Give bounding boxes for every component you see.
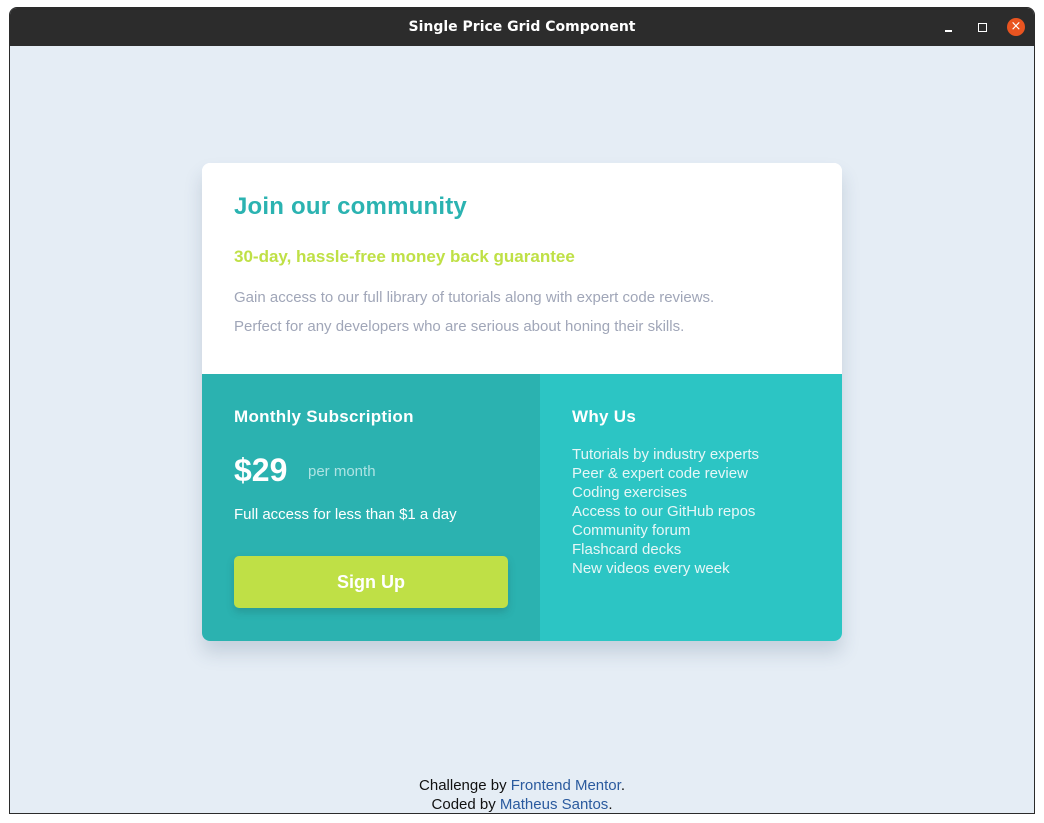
minimize-icon[interactable] — [940, 18, 958, 36]
author-link[interactable]: Matheus Santos — [500, 796, 608, 813]
coded-prefix: Coded by — [431, 796, 500, 813]
why-us-item: Tutorials by industry experts — [572, 446, 760, 463]
page-content: Join our community 30-day, hassle-free m… — [10, 46, 1034, 813]
why-us-item: Peer & expert code review — [572, 465, 748, 482]
maximize-icon[interactable] — [973, 18, 991, 36]
price-block: $29 per month — [234, 452, 376, 489]
community-heading: Join our community — [234, 193, 467, 220]
why-us-item: Coding exercises — [572, 484, 688, 501]
frontend-mentor-link[interactable]: Frontend Mentor — [511, 777, 621, 794]
why-us-section: Why Us Tutorials by industry experts Pee… — [540, 374, 842, 641]
community-section: Join our community 30-day, hassle-free m… — [202, 163, 842, 374]
app-window: Single Price Grid Component × Join our c… — [9, 7, 1035, 814]
title-bar: Single Price Grid Component × — [10, 8, 1034, 46]
price-period: per month — [308, 463, 376, 480]
sign-up-button[interactable]: Sign Up — [234, 556, 508, 608]
challenge-suffix: . — [620, 777, 625, 794]
why-us-heading: Why Us — [572, 407, 637, 426]
attribution: Challenge by Frontend Mentor. Coded by M… — [10, 776, 1034, 813]
why-us-item: Flashcard decks — [572, 541, 682, 558]
price-amount: $29 — [234, 452, 288, 488]
close-icon[interactable]: × — [1007, 18, 1025, 36]
subscription-heading: Monthly Subscription — [234, 407, 414, 426]
challenge-prefix: Challenge by — [419, 777, 511, 794]
window-title: Single Price Grid Component — [408, 19, 636, 35]
coded-credit: Coded by Matheus Santos. — [10, 795, 1034, 813]
community-description-line2: Perfect for any developers who are serio… — [234, 318, 685, 335]
price-grid-card: Join our community 30-day, hassle-free m… — [202, 163, 842, 641]
why-us-item: Access to our GitHub repos — [572, 503, 756, 520]
why-us-list: Tutorials by industry experts Peer & exp… — [572, 445, 759, 578]
challenge-credit: Challenge by Frontend Mentor. — [10, 776, 1034, 795]
why-us-item: New videos every week — [572, 560, 730, 577]
subscription-note: Full access for less than $1 a day — [234, 506, 457, 523]
why-us-item: Community forum — [572, 522, 691, 539]
subscription-section: Monthly Subscription $29 per month Full … — [202, 374, 540, 641]
coded-suffix: . — [608, 796, 613, 813]
community-description-line1: Gain access to our full library of tutor… — [234, 289, 715, 306]
guarantee-subheading: 30-day, hassle-free money back guarantee — [234, 247, 575, 266]
